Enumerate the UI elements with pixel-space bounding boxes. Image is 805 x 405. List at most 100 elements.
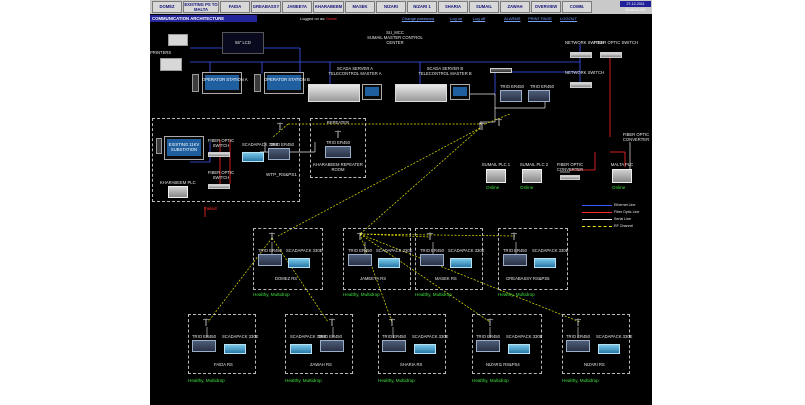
station-trio-label: TRIO ER450 xyxy=(348,248,372,253)
nav-button-sharia[interactable]: SHARIA xyxy=(438,1,468,13)
kharabeem-plc-label: KHARABEEM PLC xyxy=(160,180,196,185)
operator-a-tower[interactable] xyxy=(192,74,199,92)
printer-2[interactable] xyxy=(160,58,182,71)
antenna-icon xyxy=(486,318,494,326)
station-scadapack[interactable] xyxy=(288,258,310,268)
server-b-label-2: TELECONTROL MASTER B xyxy=(418,71,472,76)
station-scadapack-label: SCADAPACK 330E xyxy=(376,248,413,253)
nav-button-sumail[interactable]: SUMAIL xyxy=(469,1,499,13)
scada-window: DOMEZ EXISTING PS TO MALTA FAIDA GREABAS… xyxy=(150,0,652,405)
substation-fiber-switch-1[interactable] xyxy=(208,152,230,157)
repeater-room-label: KHARABEEM REPEATER ROOM xyxy=(313,162,363,172)
printer-1[interactable] xyxy=(168,34,188,46)
network-switch-1[interactable] xyxy=(570,52,592,58)
nav-button-domez[interactable]: DOMEZ xyxy=(152,1,182,13)
station-trio-radio[interactable] xyxy=(420,254,444,266)
station-trio-radio[interactable] xyxy=(566,340,590,352)
scada-server-b[interactable] xyxy=(395,84,447,102)
nav-button-existing-ps[interactable]: EXISTING PS TO MALTA xyxy=(183,1,219,13)
substation-fiber-switch-2[interactable] xyxy=(208,184,230,189)
station-scadapack-label: SCADAPACK 330E xyxy=(222,334,259,339)
fiber-optic-converter[interactable] xyxy=(560,175,580,180)
station-trio-radio[interactable] xyxy=(476,340,500,352)
station-scadapack[interactable] xyxy=(224,344,246,354)
station-scadapack-label: SCADAPACK 330E xyxy=(596,334,633,339)
station-trio-radio[interactable] xyxy=(503,254,527,266)
station-trio-radio[interactable] xyxy=(192,340,216,352)
station-trio-label: TRIO ER450 xyxy=(420,248,444,253)
operator-b-tower[interactable] xyxy=(254,74,261,92)
substation-scadapack[interactable] xyxy=(242,152,264,162)
telecontrol-switch[interactable] xyxy=(490,68,512,73)
repeater-title: REPEATER xyxy=(326,120,350,125)
station-trio-radio[interactable] xyxy=(320,340,344,352)
nav-button-zawah[interactable]: ZAWAH xyxy=(500,1,530,13)
log-off-link[interactable]: Log off xyxy=(473,15,485,22)
station-scadapack[interactable] xyxy=(534,258,556,268)
nav-button-comm[interactable]: COMM. xyxy=(562,1,592,13)
network-switch-2[interactable] xyxy=(570,82,592,88)
fiber-switch-1-label: FIBER OPTIC SWITCH xyxy=(207,138,235,148)
antenna-icon xyxy=(426,232,434,240)
fiber-optic-switch-top[interactable] xyxy=(600,52,622,58)
antenna-icon xyxy=(510,232,518,240)
server-b-monitor[interactable] xyxy=(450,84,470,100)
operator-a-label: OPERATOR STATION A xyxy=(202,77,248,82)
station-status: Healthy, Multidrop xyxy=(562,378,599,383)
nav-button-kharabeem[interactable]: KHARABEEM xyxy=(313,1,344,13)
station-trio-radio[interactable] xyxy=(348,254,372,266)
station-scadapack[interactable] xyxy=(378,258,400,268)
print-page-link[interactable]: PRINT PAGE xyxy=(528,15,552,22)
station-trio-label: TRIO ER450 xyxy=(192,334,216,339)
station-scadapack[interactable] xyxy=(598,344,620,354)
sumail-plc-1-status: Online xyxy=(486,185,500,190)
sumail-plc-1[interactable] xyxy=(486,169,506,183)
antenna-icon xyxy=(202,318,210,326)
scada-server-a[interactable] xyxy=(308,84,360,102)
station-scadapack[interactable] xyxy=(450,258,472,268)
antenna-icon xyxy=(495,118,503,126)
antenna-icon xyxy=(276,122,284,130)
kharabeem-plc[interactable] xyxy=(168,186,188,198)
substation-trio-radio[interactable] xyxy=(268,148,290,160)
malta-plc[interactable] xyxy=(612,169,632,183)
nav-button-nizari[interactable]: NIZARI xyxy=(376,1,406,13)
nav-button-greabassy[interactable]: GREABASSY xyxy=(251,1,281,13)
lcd-label: 55" LCD xyxy=(235,40,251,45)
change-password-link[interactable]: Change password xyxy=(402,15,434,22)
trio-radio-a-label: TRIO ER450 xyxy=(500,84,524,89)
antenna-icon xyxy=(334,130,342,138)
nav-button-overview[interactable]: OVERVIEW xyxy=(531,1,561,13)
sumail-plc-1-label: SUMAIL PLC 1 xyxy=(481,162,511,167)
log-on-link[interactable]: Log on xyxy=(450,15,462,22)
substation-tower[interactable] xyxy=(156,138,162,154)
sumail-plc-2[interactable] xyxy=(522,169,542,183)
substation-name: WTP_RS&PS1 xyxy=(266,172,297,177)
nav-button-masek[interactable]: MASEK xyxy=(345,1,375,13)
station-scadapack[interactable] xyxy=(508,344,530,354)
repeater-trio-radio[interactable] xyxy=(325,146,351,158)
logout-link[interactable]: LOGOUT xyxy=(560,15,577,22)
nav-button-jameeya[interactable]: JAMEEYA xyxy=(282,1,312,13)
station-trio-radio[interactable] xyxy=(382,340,406,352)
malta-plc-label: MALTA PLC xyxy=(610,162,634,167)
station-scadapack[interactable] xyxy=(290,344,312,354)
alarms-link[interactable]: ALARMS xyxy=(504,15,520,22)
existing-substation-label: EXISTING 11KV SUBSTATION xyxy=(168,142,200,152)
station-status: Healthy, Multidrop xyxy=(253,292,290,297)
sumail-plc-2-status: Online xyxy=(520,185,534,190)
nav-button-faida[interactable]: FAIDA xyxy=(220,1,250,13)
station-trio-radio[interactable] xyxy=(258,254,282,266)
antenna-icon xyxy=(574,318,582,326)
station-scadapack[interactable] xyxy=(414,344,436,354)
substation-status: Failed xyxy=(204,206,217,211)
server-a-label-2: TELECONTROL MASTER A xyxy=(328,71,382,76)
trio-radio-a[interactable] xyxy=(500,90,522,102)
antenna-icon xyxy=(356,232,364,240)
station-status: Healthy, Multidrop xyxy=(378,378,415,383)
nav-button-nizari-1[interactable]: NIZARI 1 xyxy=(407,1,437,13)
operator-a-monitor[interactable] xyxy=(202,72,242,94)
operator-b-monitor[interactable] xyxy=(264,72,304,94)
server-a-monitor[interactable] xyxy=(362,84,382,100)
trio-radio-b[interactable] xyxy=(528,90,550,102)
